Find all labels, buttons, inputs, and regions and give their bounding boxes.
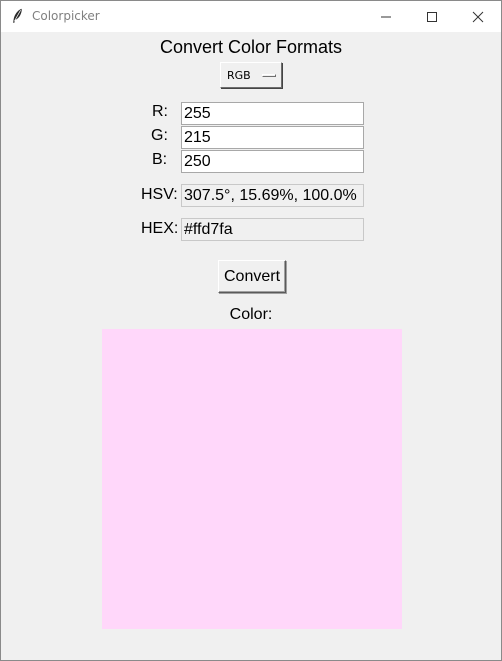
- dropdown-indicator-icon: [262, 74, 276, 77]
- hsv-output-field[interactable]: [181, 184, 364, 207]
- minimize-icon: [381, 16, 391, 18]
- page-title: Convert Color Formats: [159, 37, 343, 57]
- hex-label: HEX:: [141, 220, 179, 237]
- minimize-button[interactable]: [363, 1, 409, 32]
- g-label: G:: [151, 127, 168, 144]
- app-window: Colorpicker Convert Color Formats RGB R:: [0, 0, 502, 661]
- b-input[interactable]: [181, 150, 364, 173]
- r-input[interactable]: [181, 102, 364, 125]
- main-content: Convert Color Formats RGB R: G: B: HSV: …: [1, 32, 501, 660]
- color-preview-swatch: [102, 329, 402, 629]
- g-input[interactable]: [181, 126, 364, 149]
- hex-output-field[interactable]: [181, 218, 364, 241]
- r-label: R:: [152, 103, 168, 120]
- format-dropdown[interactable]: RGB: [220, 62, 282, 88]
- format-dropdown-value: RGB: [227, 69, 251, 82]
- close-button[interactable]: [455, 1, 501, 32]
- hsv-label: HSV:: [141, 186, 178, 203]
- maximize-button[interactable]: [409, 1, 455, 32]
- feather-icon: [11, 8, 23, 24]
- b-label: B:: [152, 151, 168, 168]
- convert-button[interactable]: Convert: [218, 260, 286, 293]
- close-icon: [472, 11, 484, 23]
- maximize-icon: [427, 12, 437, 22]
- color-preview-label: Color:: [229, 306, 273, 323]
- window-title: Colorpicker: [32, 9, 100, 23]
- title-bar[interactable]: Colorpicker: [1, 1, 501, 32]
